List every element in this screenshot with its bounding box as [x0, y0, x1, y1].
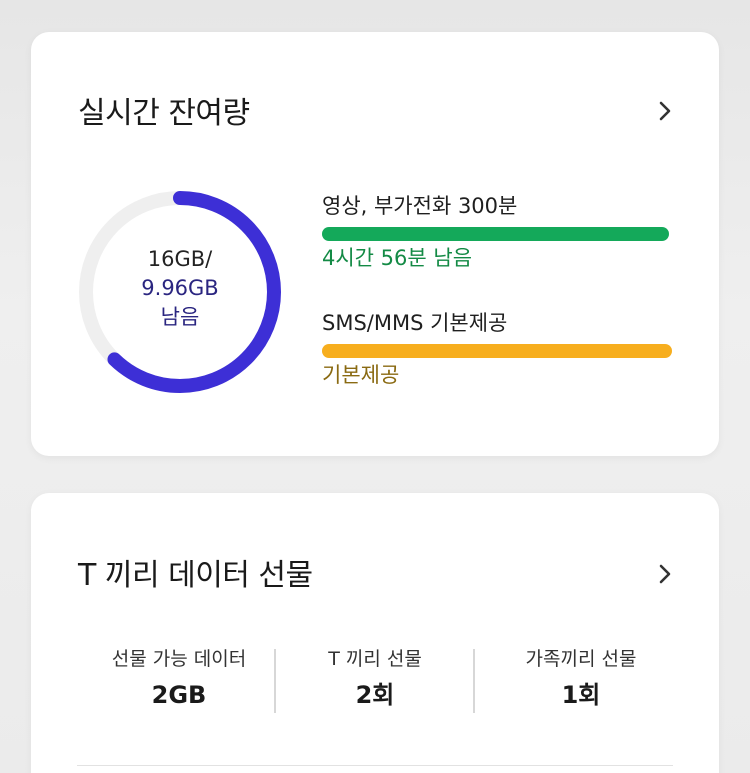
sms-usage-bar [322, 344, 672, 358]
stat-value: 1회 [561, 681, 601, 709]
stat-value: 2GB [151, 681, 207, 709]
gift-stats: 선물 가능 데이터 2GB T 끼리 선물 2회 가족끼리 선물 1회 [31, 645, 719, 717]
stat-value: 2회 [355, 681, 395, 709]
section-divider [77, 765, 673, 766]
stat-label: T 끼리 선물 [328, 648, 422, 670]
voice-usage-label: 영상, 부가전화 300분 [322, 194, 518, 218]
voice-usage-status: 4시간 56분 남음 [322, 246, 473, 270]
sms-usage-status: 기본제공 [322, 363, 400, 387]
data-remaining: 9.96GB [141, 276, 219, 300]
data-donut-chart: 16GB/ 9.96GB 남음 [77, 189, 283, 395]
data-gift-card: T 끼리 데이터 선물 선물 가능 데이터 2GB T 끼리 선물 2회 가족끼… [31, 493, 719, 773]
chevron-right-icon[interactable] [655, 562, 675, 586]
gift-title[interactable]: T 끼리 데이터 선물 [78, 550, 313, 594]
sms-usage: SMS/MMS 기본제공 기본제공 [322, 308, 672, 390]
voice-usage: 영상, 부가전화 300분 4시간 56분 남음 [322, 191, 672, 273]
gift-stat-t-gift: T 끼리 선물 2회 [275, 645, 475, 711]
gift-stat-family-gift: 가족끼리 선물 1회 [481, 645, 681, 711]
remaining-card: 실시간 잔여량 16GB/ 9.96GB 남음 영상, 부가전화 300분 4시… [31, 32, 719, 456]
chevron-right-icon[interactable] [655, 99, 675, 123]
data-remaining-suffix: 남음 [160, 305, 200, 329]
sms-usage-label: SMS/MMS 기본제공 [322, 311, 508, 335]
stat-label: 가족끼리 선물 [525, 648, 637, 670]
stat-label: 선물 가능 데이터 [111, 648, 247, 670]
gift-stat-available-data: 선물 가능 데이터 2GB [79, 645, 279, 711]
voice-usage-bar [322, 227, 669, 241]
remaining-title[interactable]: 실시간 잔여량 [78, 88, 250, 132]
stat-divider [473, 649, 475, 713]
data-total: 16GB/ [147, 247, 213, 271]
